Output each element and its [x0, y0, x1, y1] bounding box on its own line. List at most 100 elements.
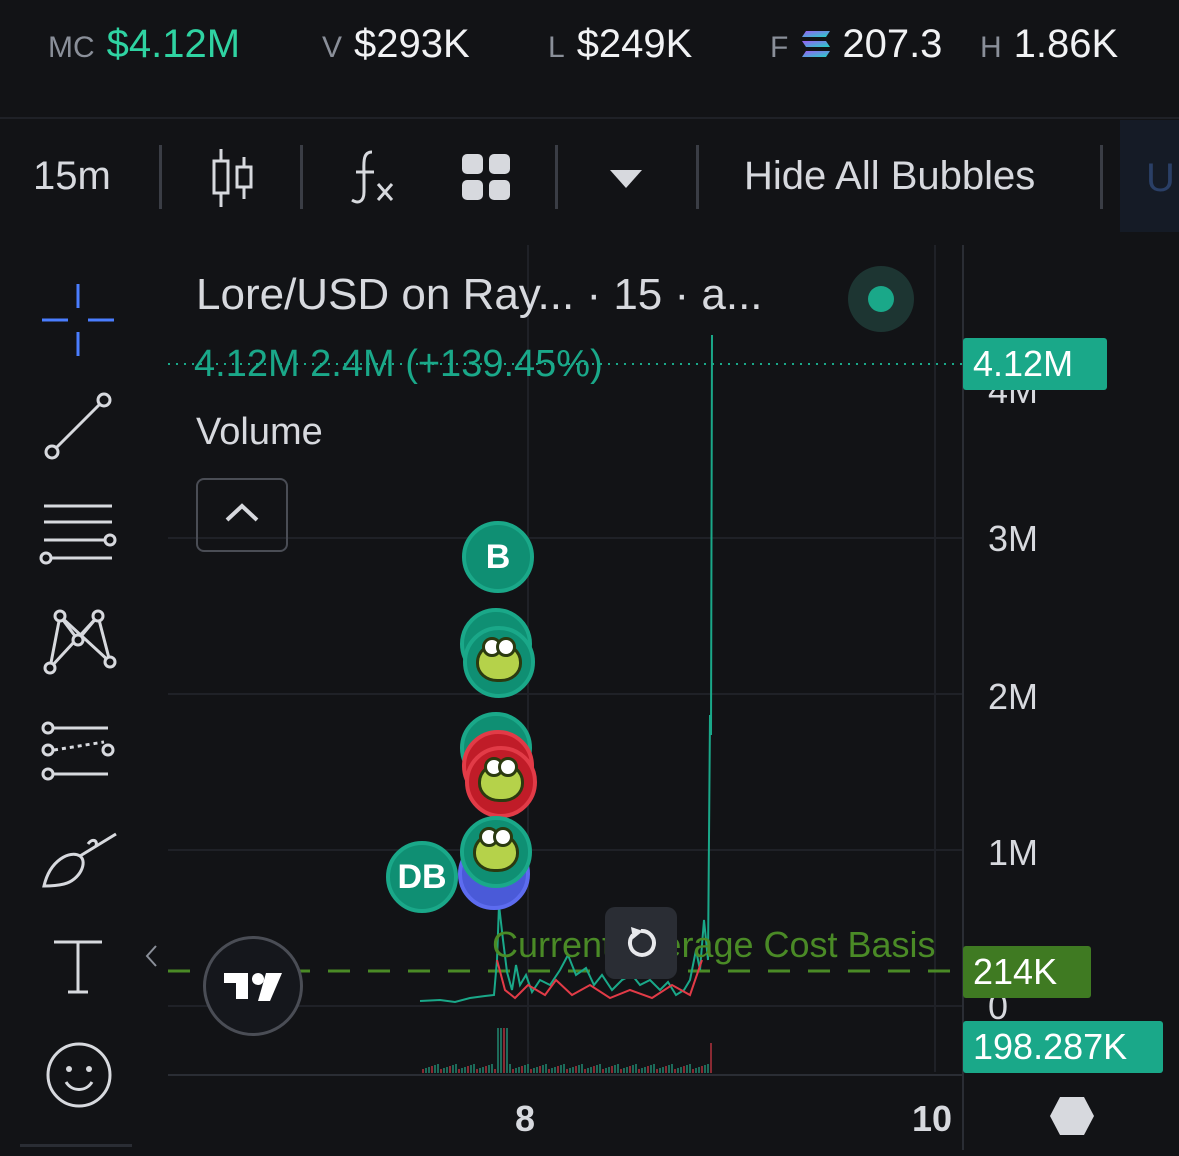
- volume-bar: [647, 1066, 649, 1073]
- status-dot-icon: [848, 266, 914, 332]
- collapse-legend-button[interactable]: [196, 478, 288, 552]
- volume-bar: [605, 1068, 607, 1073]
- volume-bar: [572, 1067, 574, 1073]
- volume-bar: [608, 1067, 610, 1073]
- volume-legend[interactable]: Volume: [196, 411, 323, 454]
- volume-bar: [599, 1064, 601, 1073]
- volume-bar: [653, 1064, 655, 1073]
- symbol-legend[interactable]: Lore/USD on Ray... · 15 · a...: [196, 270, 763, 320]
- frog-icon: [473, 827, 519, 872]
- volume-bar: [473, 1064, 475, 1073]
- volume-bar: [578, 1065, 580, 1073]
- volume-bar: [557, 1066, 559, 1073]
- tradingview-logo[interactable]: [203, 936, 303, 1036]
- volume-bar: [596, 1065, 598, 1073]
- volume-bar: [611, 1066, 613, 1073]
- volume-bar: [533, 1068, 535, 1073]
- volume-bar: [551, 1068, 553, 1073]
- volume-bar: [431, 1066, 433, 1073]
- volume-bar: [464, 1067, 466, 1073]
- volume-bar: [632, 1065, 634, 1073]
- volume-bar: [542, 1065, 544, 1073]
- volume-bar: [563, 1064, 565, 1073]
- volume-bar: [704, 1065, 706, 1073]
- volume-bar: [635, 1064, 637, 1073]
- volume-bar: [677, 1068, 679, 1073]
- volume-bar: [512, 1069, 514, 1073]
- volume-bar: [698, 1067, 700, 1073]
- volume-bar: [446, 1067, 448, 1073]
- frog-bubble[interactable]: [460, 816, 532, 888]
- x-axis-label: 10: [912, 1098, 953, 1139]
- volume-bar: [686, 1065, 688, 1073]
- volume-bar: [539, 1066, 541, 1073]
- volume-bar: [518, 1067, 520, 1073]
- volume-bar: [590, 1067, 592, 1073]
- volume-bar: [536, 1067, 538, 1073]
- settings-hexagon-icon[interactable]: [1048, 1095, 1096, 1142]
- volume-bar: [455, 1064, 457, 1073]
- volume-bar: [548, 1069, 550, 1073]
- volume-bar: [680, 1067, 682, 1073]
- volume-bar: [554, 1067, 556, 1073]
- volume-bars: [422, 1028, 712, 1073]
- volume-bar: [641, 1068, 643, 1073]
- volume-bar: [629, 1066, 631, 1073]
- volume-bar: [617, 1064, 619, 1073]
- volume-bar: [503, 1028, 505, 1073]
- cost-basis-tag: 214K: [963, 946, 1091, 998]
- cost-basis-label: Current Average Cost Basis: [492, 924, 936, 965]
- volume-bar: [488, 1065, 490, 1073]
- x-axis-label: 8: [515, 1098, 536, 1139]
- home-indicator: [20, 1144, 132, 1147]
- volume-bar: [497, 1028, 499, 1073]
- volume-bar: [668, 1065, 670, 1073]
- volume-bar: [452, 1065, 454, 1073]
- volume-bar: [461, 1068, 463, 1073]
- volume-bar: [566, 1069, 568, 1073]
- volume-bar: [434, 1065, 436, 1073]
- volume-bar: [491, 1064, 493, 1073]
- volume-bar: [575, 1066, 577, 1073]
- volume-bar: [476, 1069, 478, 1073]
- volume-bar: [707, 1064, 709, 1073]
- ohlc-values: 4.12M 2.4M (+139.45%): [194, 343, 603, 385]
- volume-bar: [587, 1068, 589, 1073]
- volume-bar: [494, 1069, 496, 1073]
- volume-bar: [701, 1066, 703, 1073]
- y-axis-label: 1M: [988, 832, 1039, 873]
- volume-bar: [671, 1064, 673, 1073]
- reset-chart-button[interactable]: [605, 907, 677, 979]
- volume-bar: [644, 1067, 646, 1073]
- bubble-b[interactable]: B: [462, 521, 534, 593]
- volume-bar: [524, 1065, 526, 1073]
- frog-bubble[interactable]: [463, 626, 535, 698]
- last-price-tag: 4.12M: [963, 338, 1107, 390]
- volume-bar: [428, 1067, 430, 1073]
- volume-bar: [638, 1069, 640, 1073]
- volume-bar: [485, 1066, 487, 1073]
- volume-bar: [602, 1069, 604, 1073]
- reset-icon: [623, 925, 659, 966]
- y-axis-label: 2M: [988, 676, 1039, 717]
- volume-bar: [443, 1068, 445, 1073]
- volume-bar: [506, 1028, 508, 1073]
- volume-bar: [527, 1064, 529, 1073]
- volume-bar: [470, 1065, 472, 1073]
- volume-bar: [659, 1068, 661, 1073]
- volume-bar: [458, 1069, 460, 1073]
- volume-bar: [560, 1065, 562, 1073]
- volume-bar: [509, 1064, 511, 1073]
- volume-bar: [683, 1066, 685, 1073]
- bubble-db[interactable]: DB: [386, 841, 458, 913]
- volume-bar: [674, 1069, 676, 1073]
- frog-bubble-sell[interactable]: [465, 746, 537, 818]
- volume-bar: [584, 1069, 586, 1073]
- price-tag: 198.287K: [963, 1021, 1163, 1073]
- volume-bar: [581, 1064, 583, 1073]
- volume-bar: [422, 1069, 424, 1073]
- volume-bar: [500, 1028, 502, 1073]
- volume-bar: [623, 1068, 625, 1073]
- volume-bar: [569, 1068, 571, 1073]
- volume-bar: [614, 1065, 616, 1073]
